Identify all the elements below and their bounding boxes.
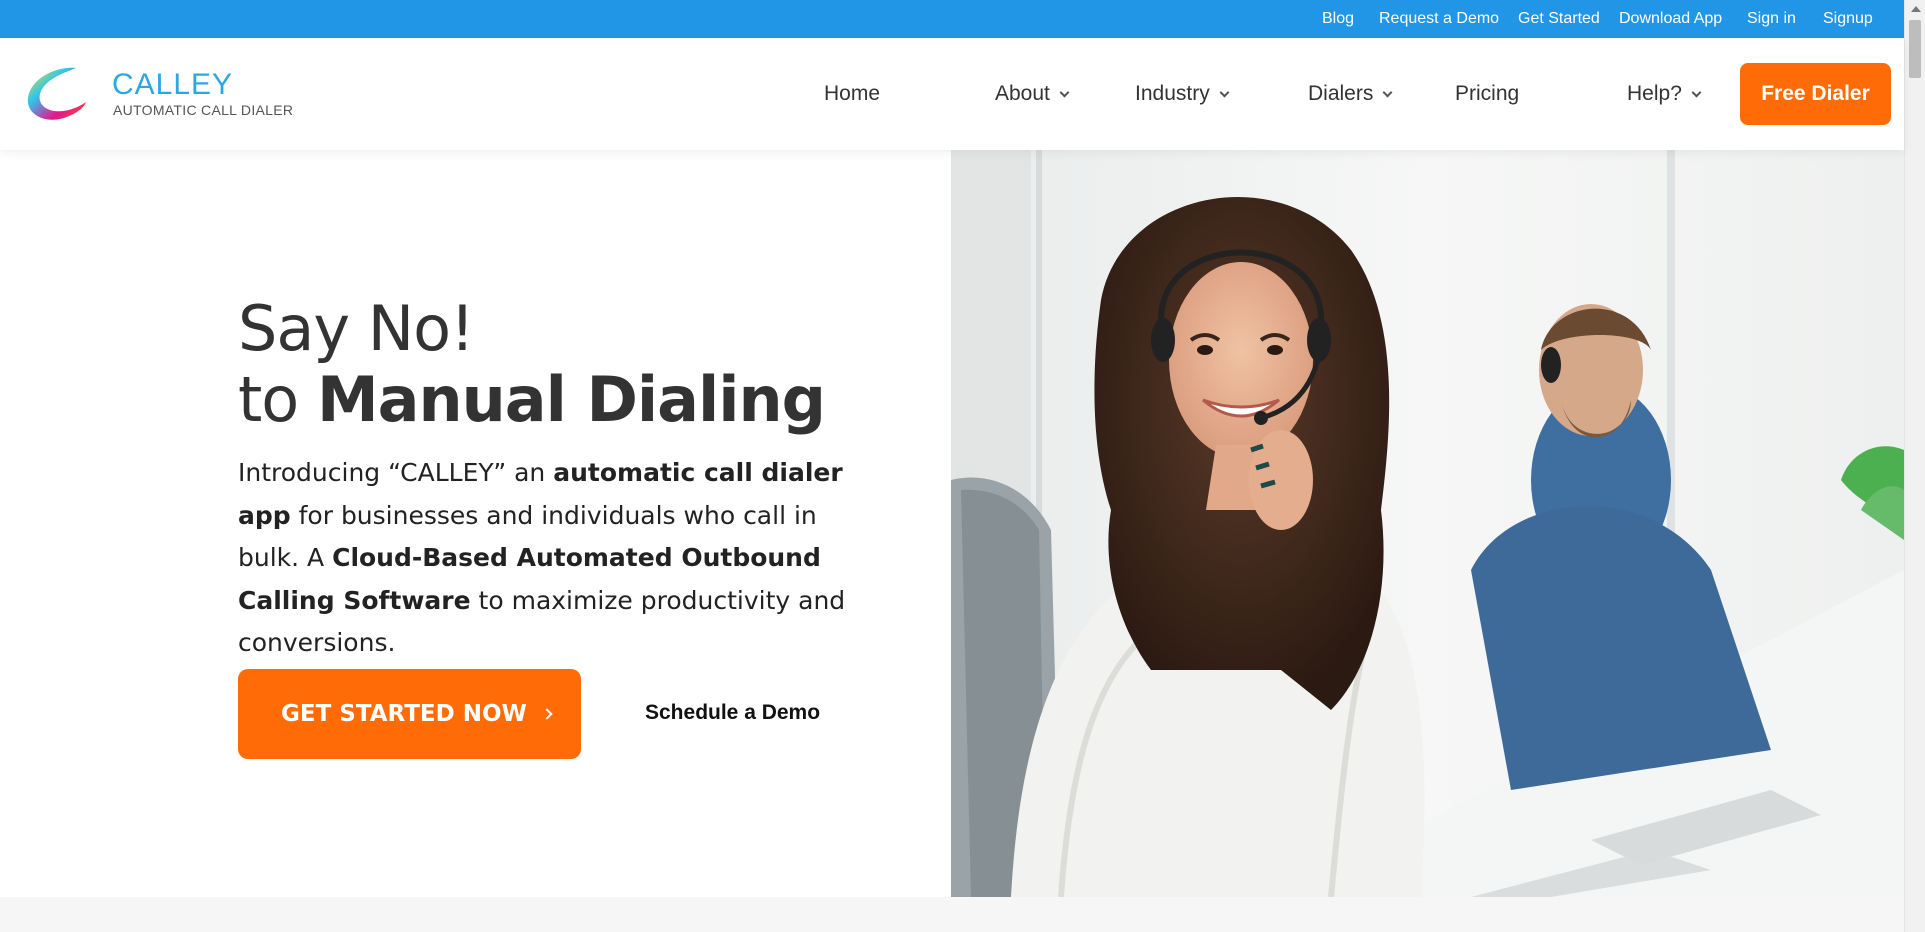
nav-item-home[interactable]: Home (824, 82, 880, 106)
chevron-down-icon (1059, 87, 1070, 98)
nav-label: Dialers (1308, 82, 1374, 105)
nav-item-dialers[interactable]: Dialers (1308, 82, 1393, 106)
top-utility-bar: Blog Request a Demo Get Started Download… (0, 0, 1904, 38)
hero-heading-bold: Manual Dialing (316, 363, 826, 436)
brand-tagline: AUTOMATIC CALL DIALER (113, 102, 294, 118)
scrollbar-thumb[interactable] (1909, 20, 1921, 78)
nav-item-industry[interactable]: Industry (1135, 82, 1230, 106)
schedule-demo-link[interactable]: Schedule a Demo (645, 701, 820, 725)
hero-image (951, 150, 1904, 897)
topbar-link-get-started[interactable]: Get Started (1518, 10, 1600, 28)
chevron-down-icon (1382, 87, 1393, 98)
nav-item-pricing[interactable]: Pricing (1455, 82, 1519, 106)
nav-label: About (995, 82, 1050, 105)
main-header: CALLEY AUTOMATIC CALL DIALER Home About … (0, 38, 1904, 150)
nav-label: Industry (1135, 82, 1210, 105)
topbar-link-request-demo[interactable]: Request a Demo (1379, 10, 1499, 28)
topbar-link-blog[interactable]: Blog (1322, 10, 1354, 28)
hero-intro-text: Introducing “CALLEY” an automatic call d… (238, 452, 878, 665)
hero-section: Say No! to Manual Dialing Introducing “C… (0, 150, 951, 897)
hero-heading-line1: Say No! (238, 292, 475, 365)
topbar-link-sign-in[interactable]: Sign in (1747, 10, 1796, 28)
calley-logo-icon[interactable] (24, 62, 90, 126)
topbar-link-download-app[interactable]: Download App (1619, 10, 1722, 28)
free-dialer-button[interactable]: Free Dialer (1740, 63, 1891, 125)
scroll-up-arrow-icon[interactable] (1911, 6, 1921, 12)
nav-item-help[interactable]: Help? (1627, 82, 1702, 106)
chevron-down-icon (1691, 87, 1702, 98)
nav-item-about[interactable]: About (995, 82, 1070, 106)
cta-label: GET STARTED NOW (281, 701, 527, 727)
intro-part: Introducing “CALLEY” an (238, 458, 554, 487)
chevron-right-icon (541, 708, 553, 720)
nav-label: Pricing (1455, 82, 1520, 105)
next-section-strip (0, 897, 1904, 932)
hero-heading-line2: to Manual Dialing (238, 363, 826, 436)
topbar-link-signup[interactable]: Signup (1823, 10, 1873, 28)
nav-label: Help? (1627, 82, 1682, 105)
brand-name[interactable]: CALLEY (112, 68, 233, 102)
hero-heading-prefix: to (238, 363, 317, 436)
chevron-down-icon (1219, 87, 1230, 98)
page-scrollbar[interactable] (1904, 0, 1925, 932)
get-started-now-button[interactable]: GET STARTED NOW (238, 669, 581, 759)
nav-label: Home (824, 82, 881, 105)
